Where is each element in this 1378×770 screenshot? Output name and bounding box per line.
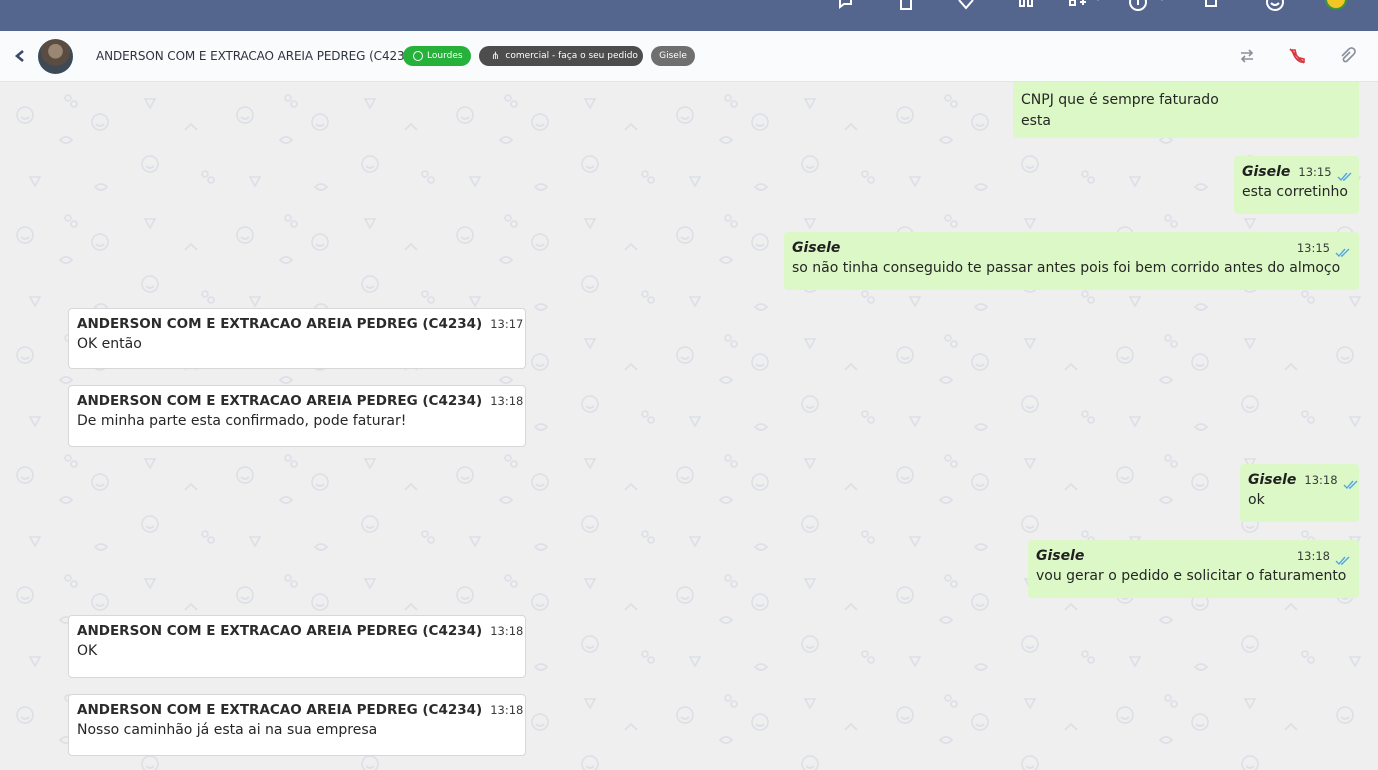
message-time: 13:18 xyxy=(1304,473,1338,487)
message-bubble-outgoing[interactable]: Gisele 13:18 vou gerar o pedido e solici… xyxy=(1028,540,1359,598)
message-text: esta corretinho xyxy=(1242,184,1348,200)
message-sender: Gisele xyxy=(792,240,841,256)
info-icon[interactable] xyxy=(1127,0,1149,12)
message-time: 13:18 xyxy=(490,394,524,408)
double-check-icon xyxy=(1343,475,1359,490)
apps-grid-icon[interactable] xyxy=(1066,0,1088,12)
message-text: De minha parte esta confirmado, pode fat… xyxy=(77,413,407,429)
message-text: OK então xyxy=(77,336,142,352)
heart-icon[interactable] xyxy=(955,0,977,12)
top-app-bar: ▾ ▾ xyxy=(0,0,1378,31)
clipboard-icon[interactable] xyxy=(895,0,917,12)
message-bubble-incoming[interactable]: ANDERSON COM E EXTRACAO AREIA PEDREG (C4… xyxy=(68,308,526,369)
message-bubble-outgoing[interactable]: CNPJ que é sempre faturado esta xyxy=(1013,82,1359,138)
message-time: 13:18 xyxy=(490,703,524,717)
message-sender: ANDERSON COM E EXTRACAO AREIA PEDREG (C4… xyxy=(77,393,483,409)
chevron-left-icon xyxy=(14,50,24,62)
message-sender: Gisele xyxy=(1248,472,1297,488)
message-bubble-incoming[interactable]: ANDERSON COM E EXTRACAO AREIA PEDREG (C4… xyxy=(68,385,526,447)
bell-icon[interactable] xyxy=(1200,0,1222,12)
message-sender: Gisele xyxy=(1242,164,1291,180)
attach-button[interactable] xyxy=(1336,45,1358,67)
transfer-arrows-icon xyxy=(1240,49,1254,63)
smiley-icon[interactable] xyxy=(1264,0,1286,12)
user-tag: Gisele xyxy=(651,46,695,66)
chat-header: ANDERSON COM E EXTRACAO AREIA PEDREG (C4… xyxy=(0,31,1378,82)
contact-avatar[interactable] xyxy=(38,39,73,74)
user-tag-label: Gisele xyxy=(659,51,687,61)
message-bubble-incoming[interactable]: ANDERSON COM E EXTRACAO AREIA PEDREG (C4… xyxy=(68,694,526,756)
message-text: Nosso caminhão já esta ai na sua empresa xyxy=(77,722,378,738)
contact-name[interactable]: ANDERSON COM E EXTRACAO AREIA PEDREG (C4… xyxy=(96,49,417,63)
message-time: 13:18 xyxy=(1296,549,1330,563)
channel-tag-label: Lourdes xyxy=(427,51,463,61)
headset-icon[interactable] xyxy=(1015,0,1037,12)
message-time: 13:17 xyxy=(490,317,524,331)
queue-tag: ⋔ comercial - faça o seu pedido xyxy=(479,46,643,66)
message-text: so não tinha conseguido te passar antes … xyxy=(792,260,1341,276)
message-text: vou gerar o pedido e solicitar o faturam… xyxy=(1036,568,1347,584)
message-time: 13:15 xyxy=(1296,241,1330,255)
message-text: ok xyxy=(1248,492,1265,508)
message-sender: Gisele xyxy=(1036,548,1085,564)
phone-hangup-icon xyxy=(1289,48,1305,64)
back-button[interactable] xyxy=(12,46,28,66)
chat-messages-area[interactable]: CNPJ que é sempre faturado esta Gisele 1… xyxy=(0,82,1378,770)
message-bubble-incoming[interactable]: ANDERSON COM E EXTRACAO AREIA PEDREG (C4… xyxy=(68,615,526,678)
double-check-icon xyxy=(1335,243,1351,258)
transfer-button[interactable] xyxy=(1236,45,1258,67)
queue-tag-label: comercial - faça o seu pedido xyxy=(505,51,638,61)
channel-tag: Lourdes xyxy=(403,46,471,66)
profile-status-icon[interactable] xyxy=(1325,0,1347,10)
message-sender: ANDERSON COM E EXTRACAO AREIA PEDREG (C4… xyxy=(77,702,483,718)
message-sender: ANDERSON COM E EXTRACAO AREIA PEDREG (C4… xyxy=(77,623,483,639)
sitemap-icon: ⋔ xyxy=(491,50,500,62)
message-sender: ANDERSON COM E EXTRACAO AREIA PEDREG (C4… xyxy=(77,316,483,332)
message-bubble-outgoing[interactable]: Gisele 13:15 so não tinha conseguido te … xyxy=(784,232,1359,290)
message-time: 13:15 xyxy=(1298,165,1332,179)
message-time: 13:18 xyxy=(490,624,524,638)
message-text: OK xyxy=(77,643,98,659)
apps-caret-icon[interactable]: ▾ xyxy=(1096,0,1100,3)
message-text: esta xyxy=(1021,113,1051,129)
double-check-icon xyxy=(1335,551,1351,566)
message-bubble-outgoing[interactable]: Gisele 13:18 ok xyxy=(1240,464,1359,522)
end-call-button[interactable] xyxy=(1286,45,1308,67)
message-text: CNPJ que é sempre faturado xyxy=(1021,92,1219,108)
double-check-icon xyxy=(1337,167,1353,182)
chat-bubbles-icon[interactable] xyxy=(836,0,858,12)
message-bubble-outgoing[interactable]: Gisele 13:15 esta corretinho xyxy=(1234,156,1359,214)
paperclip-icon xyxy=(1341,47,1356,63)
info-caret-icon[interactable]: ▾ xyxy=(1160,0,1164,3)
whatsapp-icon xyxy=(413,51,423,61)
